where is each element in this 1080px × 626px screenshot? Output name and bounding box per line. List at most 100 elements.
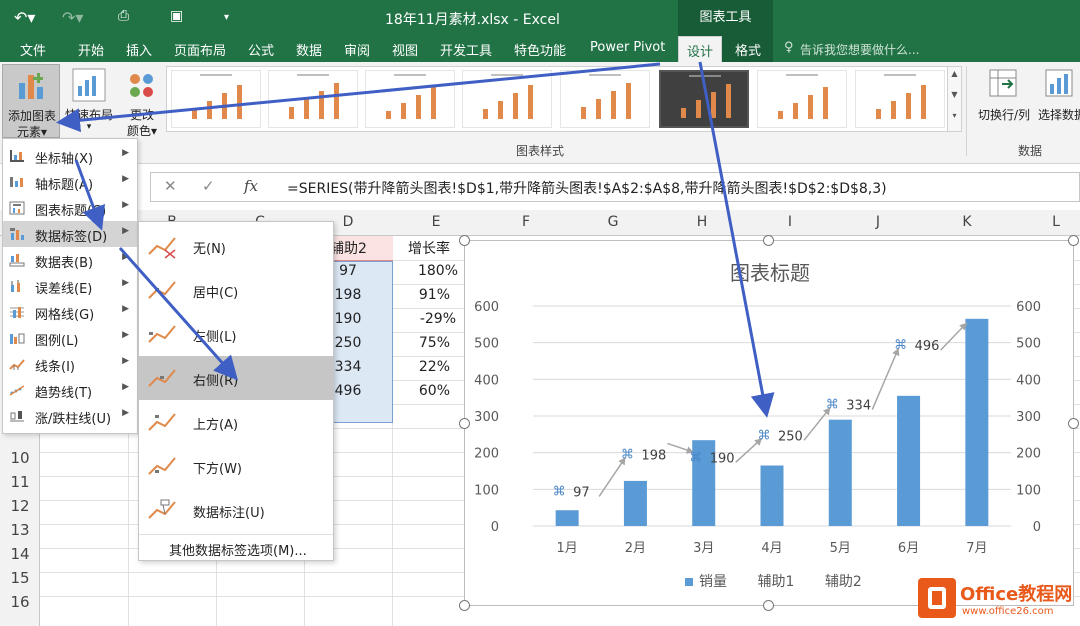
tab-format[interactable]: 格式 — [735, 40, 761, 59]
tab-data[interactable]: 数据 — [296, 40, 322, 59]
cell-d6[interactable]: 334 — [328, 359, 368, 375]
chart-style-3[interactable] — [365, 70, 455, 128]
submenu-item-center[interactable]: 居中(C) — [139, 268, 333, 312]
gallery-more-icon[interactable]: ▾ — [948, 111, 961, 120]
insert-function-icon[interactable]: fx — [244, 177, 258, 195]
chart-legend[interactable]: 销量 辅助1 辅助2 — [685, 571, 862, 591]
chart-style-7[interactable] — [757, 70, 847, 128]
redo-icon[interactable]: ↷▾ — [62, 8, 83, 27]
cell-d4[interactable]: 190 — [328, 311, 368, 327]
cell-e4[interactable]: -29% — [400, 311, 456, 327]
menu-item-legend[interactable]: 图例(L)▶ — [3, 325, 137, 351]
resize-handle[interactable] — [459, 418, 470, 429]
resize-handle[interactable] — [459, 600, 470, 611]
column-header[interactable]: D — [336, 214, 360, 230]
gallery-scroll[interactable]: ▲ ▼ ▾ — [947, 67, 961, 131]
chart-area[interactable]: 图表标题 00100100200200300300400400500500600… — [464, 240, 1074, 606]
more-data-label-options[interactable]: 其他数据标签选项(M)... — [169, 540, 307, 559]
chart-styles-gallery[interactable]: ▲ ▼ ▾ — [166, 66, 962, 132]
print-preview-icon[interactable]: ⎙ — [118, 8, 129, 24]
column-header[interactable]: F — [514, 214, 538, 230]
column-header[interactable]: I — [778, 214, 802, 230]
menu-item-data-labels[interactable]: 数据标签(D)▶ — [3, 221, 137, 247]
column-header[interactable]: J — [866, 214, 890, 230]
column-header[interactable]: K — [955, 214, 979, 230]
formula-input[interactable]: =SERIES(带升降箭头图表!$D$1,带升降箭头图表!$A$2:$A$8,带… — [287, 178, 887, 198]
scroll-down-icon[interactable]: ▼ — [948, 90, 961, 99]
chart-style-6[interactable] — [659, 70, 749, 128]
cell-e1[interactable]: 增长率 — [396, 238, 466, 258]
quick-layout-button[interactable]: 快速布局 ▾ — [62, 64, 116, 138]
menu-item-error-bars[interactable]: 误差线(E)▶ — [3, 273, 137, 299]
tab-insert[interactable]: 插入 — [126, 40, 152, 59]
cell-d5[interactable]: 250 — [328, 335, 368, 351]
submenu-item-left[interactable]: 左侧(L) — [139, 312, 333, 356]
column-header[interactable]: E — [424, 214, 448, 230]
undo-icon[interactable]: ↶▾ — [14, 8, 35, 27]
save-icon[interactable]: ▣ — [170, 8, 183, 24]
tab-review[interactable]: 审阅 — [344, 40, 370, 59]
cancel-formula-icon[interactable]: ✕ — [164, 177, 177, 195]
column-header[interactable]: L — [1044, 214, 1068, 230]
tab-power-pivot[interactable]: Power Pivot — [590, 40, 665, 55]
row-header[interactable]: 10 — [0, 449, 40, 467]
row-header[interactable]: 13 — [0, 521, 40, 539]
menu-item-axis-titles[interactable]: 轴标题(A)▶ — [3, 169, 137, 195]
tab-special[interactable]: 特色功能 — [514, 40, 566, 59]
menu-item-gridlines[interactable]: 网格线(G)▶ — [3, 299, 137, 325]
resize-handle[interactable] — [459, 235, 470, 246]
chart-style-1[interactable] — [171, 70, 261, 128]
row-header[interactable]: 16 — [0, 593, 40, 611]
row-header[interactable]: 14 — [0, 545, 40, 563]
cell-e3[interactable]: 91% — [400, 287, 450, 303]
menu-item-axes[interactable]: 坐标轴(X)▶ — [3, 143, 137, 169]
chart-style-5[interactable] — [560, 70, 650, 128]
row-header[interactable]: 12 — [0, 497, 40, 515]
column-header[interactable]: G — [601, 214, 625, 230]
cell-d3[interactable]: 198 — [328, 287, 368, 303]
tab-design[interactable]: 设计 — [678, 36, 722, 63]
tell-me-box[interactable]: 告诉我您想要做什么... — [800, 41, 919, 58]
submenu-item-above[interactable]: 上方(A) — [139, 400, 333, 444]
cell-d2[interactable]: 97 — [328, 263, 368, 279]
scroll-up-icon[interactable]: ▲ — [948, 69, 961, 78]
menu-item-chart-title[interactable]: 图表标题(C)▶ — [3, 195, 137, 221]
chart-style-4[interactable] — [462, 70, 552, 128]
cell-e7[interactable]: 60% — [400, 383, 450, 399]
cell-d1[interactable]: 辅助2 — [328, 238, 393, 258]
row-header[interactable]: 11 — [0, 473, 40, 491]
tab-view[interactable]: 视图 — [392, 40, 418, 59]
select-data-button[interactable]: 选择数据 — [1036, 66, 1080, 126]
cell-e6[interactable]: 22% — [400, 359, 450, 375]
submenu-item-below[interactable]: 下方(W) — [139, 444, 333, 488]
add-chart-element-button[interactable]: 添加图表 元素▾ — [2, 64, 60, 138]
resize-handle[interactable] — [763, 600, 774, 611]
change-colors-button[interactable]: 更改 颜色▾ — [120, 64, 164, 138]
enter-formula-icon[interactable]: ✓ — [202, 177, 215, 195]
customize-qat-icon[interactable]: ▾ — [224, 12, 229, 23]
row-header[interactable]: 15 — [0, 569, 40, 587]
resize-handle[interactable] — [1068, 235, 1079, 246]
switch-row-col-button[interactable]: 切换行/列 — [972, 66, 1036, 126]
cell-e5[interactable]: 75% — [400, 335, 450, 351]
submenu-item-none[interactable]: 无(N) — [139, 224, 333, 268]
tab-page-layout[interactable]: 页面布局 — [174, 40, 226, 59]
chart-style-8[interactable] — [855, 70, 945, 128]
menu-item-data-table[interactable]: 数据表(B)▶ — [3, 247, 137, 273]
tab-developer[interactable]: 开发工具 — [440, 40, 492, 59]
column-header[interactable]: H — [690, 214, 714, 230]
submenu-item-callout[interactable]: 数据标注(U) — [139, 488, 333, 532]
menu-item-lines[interactable]: 线条(I)▶ — [3, 351, 137, 377]
tab-file[interactable]: 文件 — [20, 40, 46, 59]
menu-item-trendline[interactable]: 趋势线(T)▶ — [3, 377, 137, 403]
data-label: 190 — [710, 451, 735, 466]
resize-handle[interactable] — [763, 235, 774, 246]
tab-home[interactable]: 开始 — [78, 40, 104, 59]
menu-item-updown-bars[interactable]: 涨/跌柱线(U)▶ — [3, 403, 137, 429]
cell-e2[interactable]: 180% — [400, 263, 458, 279]
tab-formulas[interactable]: 公式 — [248, 40, 274, 59]
submenu-item-right[interactable]: 右侧(R) — [139, 356, 333, 400]
cell-d7[interactable]: 496 — [328, 383, 368, 399]
chart-style-2[interactable] — [268, 70, 358, 128]
resize-handle[interactable] — [1068, 418, 1079, 429]
